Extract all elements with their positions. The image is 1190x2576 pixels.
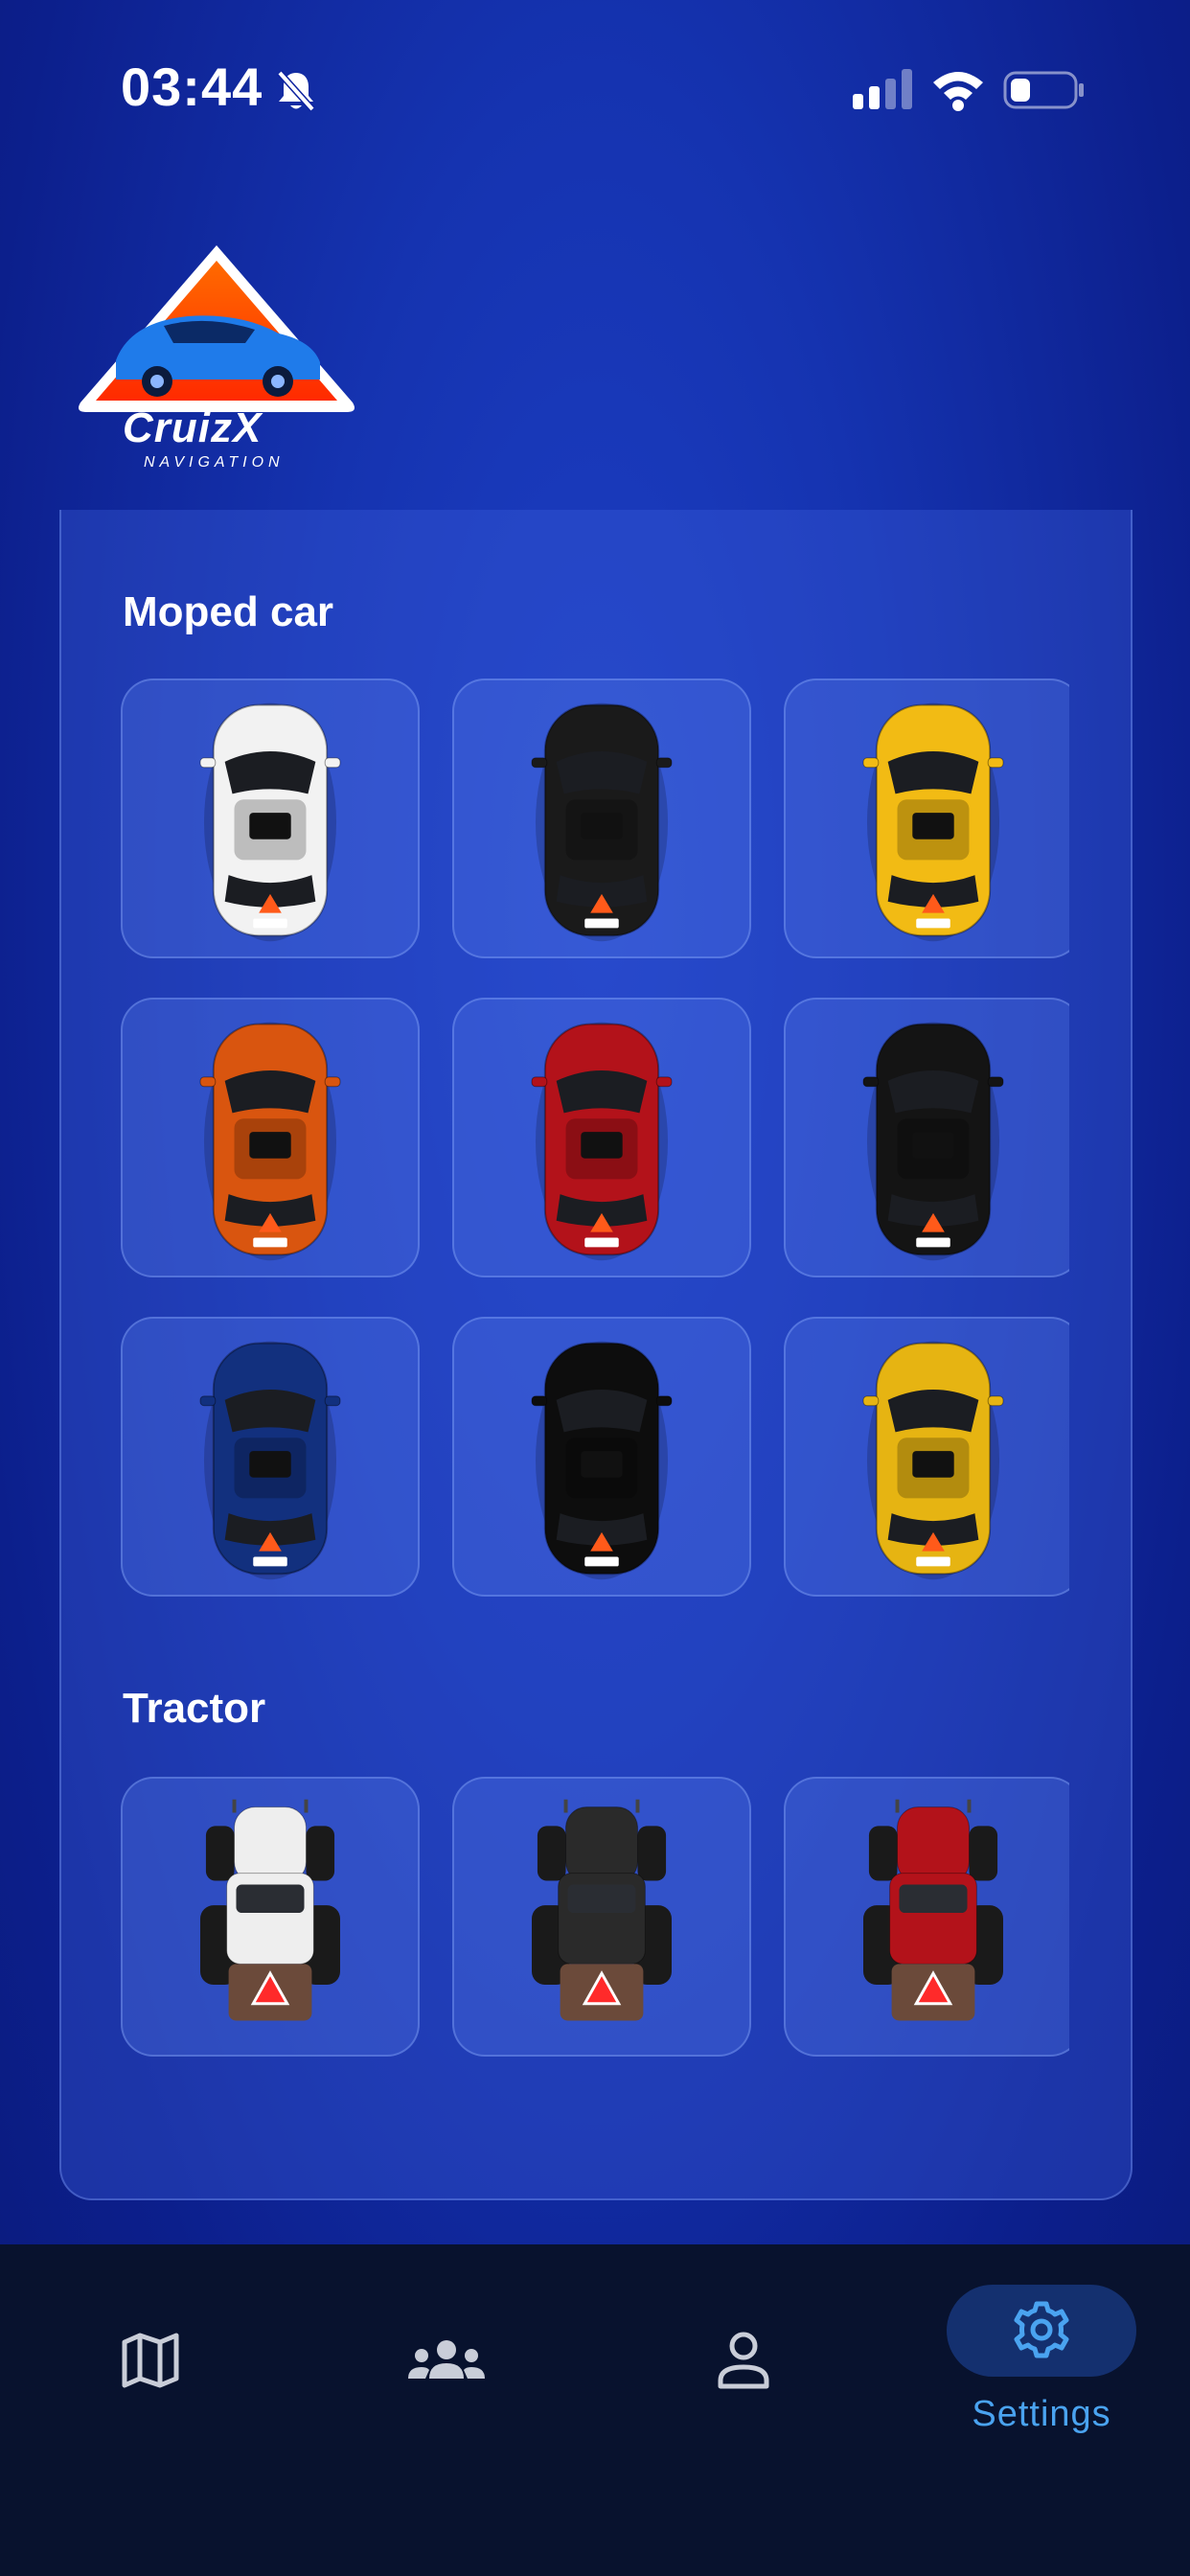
group-icon: [408, 2340, 485, 2379]
vehicle-tile-dark-car[interactable]: [784, 998, 1069, 1277]
battery-icon: [1003, 71, 1084, 109]
wifi-icon: [933, 72, 983, 111]
vehicle-tile-blue-car[interactable]: [121, 1317, 420, 1597]
vehicle-tile-black-car[interactable]: [452, 678, 751, 958]
car-image: [862, 1022, 1004, 1261]
car-image: [531, 702, 673, 942]
nav-item-profile[interactable]: [648, 2300, 839, 2463]
silent-bell-icon: [277, 70, 315, 112]
map-icon: [122, 2333, 179, 2388]
car-image: [199, 702, 341, 942]
section-title-tractor: Tractor: [123, 1685, 266, 1732]
vehicle-tile-red-car[interactable]: [452, 998, 751, 1277]
vehicle-tile-black-car-2[interactable]: [452, 1317, 751, 1597]
vehicle-tile-white-car[interactable]: [121, 678, 420, 958]
nav-item-group[interactable]: [351, 2300, 542, 2463]
vehicle-tile-orange-car[interactable]: [121, 998, 420, 1277]
vehicle-tile-red-tractor[interactable]: [784, 1777, 1069, 2057]
vehicle-tile-yellow-car[interactable]: [784, 678, 1069, 958]
gear-icon: [1014, 2301, 1069, 2358]
nav-item-settings[interactable]: [947, 2285, 1136, 2377]
vehicle-tile-yellow-car-2[interactable]: [784, 1317, 1069, 1597]
tractor-image: [532, 1799, 672, 2021]
person-icon: [718, 2332, 769, 2389]
status-bar: 03:44: [0, 0, 1190, 182]
car-image: [199, 1022, 341, 1261]
car-image: [862, 702, 1004, 942]
section-title-moped: Moped car: [123, 588, 334, 635]
car-image: [862, 1341, 1004, 1580]
nav-label-settings[interactable]: Settings: [910, 2394, 1173, 2435]
moped-car-grid: [121, 678, 1069, 1608]
tractor-image: [863, 1799, 1003, 2021]
nav-item-map[interactable]: [54, 2300, 245, 2463]
vehicle-tile-black-tractor[interactable]: [452, 1777, 751, 2057]
car-image: [531, 1022, 673, 1261]
app-logo: CruizX NAVIGATION: [73, 238, 360, 477]
car-image: [531, 1341, 673, 1580]
tractor-grid: [121, 1777, 1069, 2064]
logo-brand-text: CruizX: [123, 404, 263, 451]
cellular-signal-icon: [853, 69, 912, 109]
status-time: 03:44: [121, 57, 263, 117]
car-image: [199, 1341, 341, 1580]
logo-tagline-text: NAVIGATION: [144, 454, 285, 471]
tractor-image: [200, 1799, 340, 2021]
vehicle-tile-white-tractor[interactable]: [121, 1777, 420, 2057]
